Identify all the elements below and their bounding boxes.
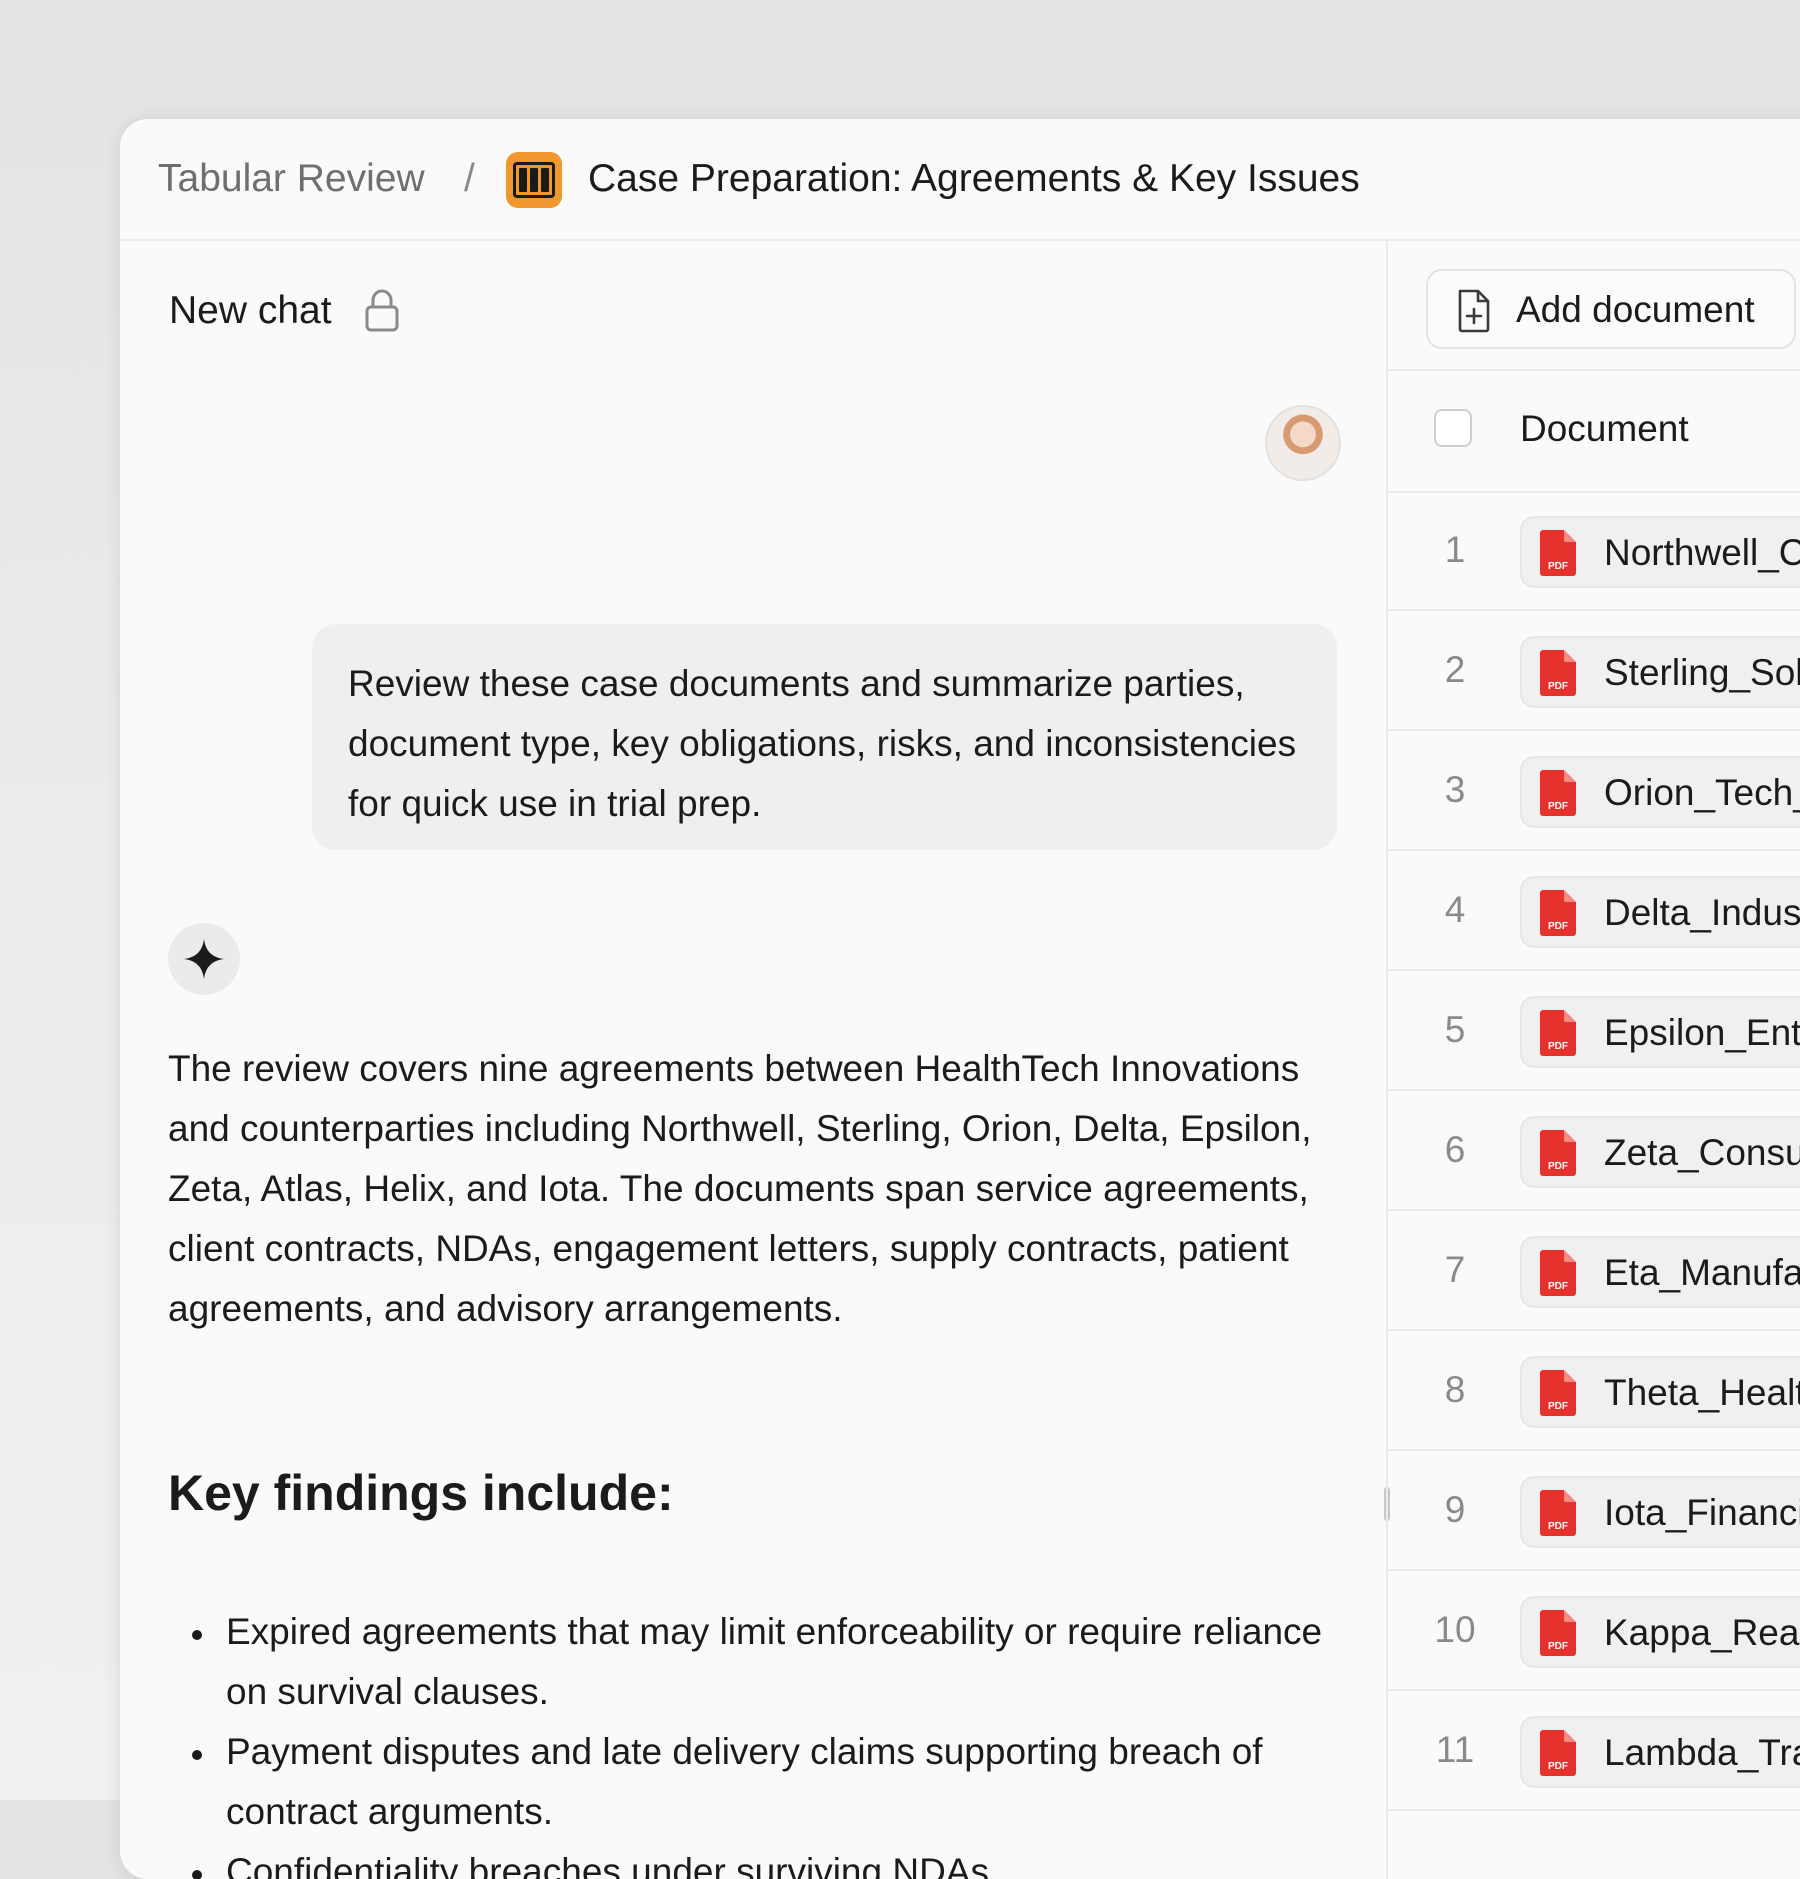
- table-row[interactable]: 3 PDF Orion_Tech_: [1388, 731, 1800, 851]
- pdf-badge-text: PDF: [1548, 921, 1568, 932]
- document-name: Theta_Healt: [1604, 1372, 1800, 1413]
- document-chip[interactable]: PDF Iota_Financi: [1520, 1476, 1800, 1548]
- document-name: Iota_Financi: [1604, 1492, 1800, 1533]
- pdf-file-icon: PDF: [1540, 1490, 1576, 1536]
- document-name: Delta_Indus: [1604, 892, 1800, 933]
- table-row[interactable]: 2 PDF Sterling_Sol: [1388, 611, 1800, 731]
- findings-list: Expired agreements that may limit enforc…: [168, 1602, 1348, 1879]
- pdf-badge-text: PDF: [1548, 1401, 1568, 1412]
- document-name: Kappa_Real: [1604, 1612, 1800, 1653]
- documents-panel: Add document Document 1 PDF Northwell_C …: [1386, 239, 1800, 1879]
- row-number: 8: [1444, 1369, 1466, 1410]
- document-chip[interactable]: PDF Eta_Manufa: [1520, 1236, 1800, 1308]
- assistant-message-text: The review covers nine agreements betwee…: [168, 1048, 1312, 1329]
- table-row[interactable]: 6 PDF Zeta_Consu: [1388, 1091, 1800, 1211]
- user-message-text: Review these case documents and summariz…: [348, 663, 1297, 824]
- finding-item: Expired agreements that may limit enforc…: [168, 1602, 1348, 1722]
- user-message-bubble: Review these case documents and summariz…: [312, 624, 1337, 850]
- column-header-document[interactable]: Document: [1520, 408, 1689, 450]
- document-chip[interactable]: PDF Zeta_Consu: [1520, 1116, 1800, 1188]
- page-title: Case Preparation: Agreements & Key Issue…: [588, 157, 1360, 200]
- row-number: 2: [1444, 649, 1466, 690]
- document-chip[interactable]: PDF Northwell_C: [1520, 516, 1800, 588]
- document-chip[interactable]: PDF Delta_Indus: [1520, 876, 1800, 948]
- document-chip[interactable]: PDF Lambda_Tra: [1520, 1716, 1800, 1788]
- pdf-badge-text: PDF: [1548, 1521, 1568, 1532]
- table-row[interactable]: 11 PDF Lambda_Tra: [1388, 1691, 1800, 1811]
- table-row[interactable]: 4 PDF Delta_Indus: [1388, 851, 1800, 971]
- row-number: 3: [1444, 769, 1466, 810]
- document-name: Eta_Manufa: [1604, 1252, 1800, 1293]
- row-number: 6: [1444, 1129, 1466, 1170]
- row-number: 5: [1444, 1009, 1466, 1050]
- document-name: Epsilon_Ente: [1604, 1012, 1800, 1053]
- lock-icon[interactable]: [364, 287, 400, 333]
- file-plus-icon: [1458, 289, 1490, 333]
- pdf-badge-text: PDF: [1548, 1161, 1568, 1172]
- table-row[interactable]: 8 PDF Theta_Healt: [1388, 1331, 1800, 1451]
- pdf-file-icon: PDF: [1540, 1130, 1576, 1176]
- columns-icon: [506, 152, 562, 208]
- pdf-file-icon: PDF: [1540, 1370, 1576, 1416]
- document-chip[interactable]: PDF Orion_Tech_: [1520, 756, 1800, 828]
- pdf-badge-text: PDF: [1548, 561, 1568, 572]
- breadcrumb-root-link[interactable]: Tabular Review: [158, 157, 425, 201]
- user-avatar: [1265, 405, 1341, 481]
- pdf-file-icon: PDF: [1540, 770, 1576, 816]
- document-chip[interactable]: PDF Sterling_Sol: [1520, 636, 1800, 708]
- pdf-badge-text: PDF: [1548, 1641, 1568, 1652]
- row-number: 11: [1435, 1729, 1475, 1770]
- pdf-file-icon: PDF: [1540, 1610, 1576, 1656]
- select-all-checkbox[interactable]: [1434, 409, 1472, 447]
- row-number: 1: [1444, 529, 1466, 570]
- breadcrumb-separator: /: [464, 157, 475, 200]
- pdf-file-icon: PDF: [1540, 1730, 1576, 1776]
- pdf-file-icon: PDF: [1540, 890, 1576, 936]
- row-number: 4: [1444, 889, 1466, 930]
- pdf-file-icon: PDF: [1540, 1250, 1576, 1296]
- pdf-badge-text: PDF: [1548, 1281, 1568, 1292]
- app-window: Tabular Review / Case Preparation: Agree…: [120, 119, 1800, 1879]
- document-name: Northwell_C: [1604, 532, 1800, 573]
- document-name: Zeta_Consu: [1604, 1132, 1800, 1173]
- row-number: 10: [1434, 1609, 1476, 1650]
- finding-item: Payment disputes and late delivery claim…: [168, 1722, 1348, 1842]
- pdf-file-icon: PDF: [1540, 650, 1576, 696]
- document-name: Lambda_Tra: [1604, 1732, 1800, 1773]
- pdf-file-icon: PDF: [1540, 1010, 1576, 1056]
- pdf-badge-text: PDF: [1548, 801, 1568, 812]
- finding-item: Confidentiality breaches under surviving…: [168, 1842, 1348, 1879]
- table-row[interactable]: 9 PDF Iota_Financi: [1388, 1451, 1800, 1571]
- document-chip[interactable]: PDF Epsilon_Ente: [1520, 996, 1800, 1068]
- row-number: 9: [1444, 1489, 1466, 1530]
- add-document-label: Add document: [1516, 289, 1755, 330]
- table-row[interactable]: 10 PDF Kappa_Real: [1388, 1571, 1800, 1691]
- breadcrumb: Tabular Review / Case Preparation: Agree…: [120, 119, 1800, 241]
- pdf-badge-text: PDF: [1548, 1761, 1568, 1772]
- document-name: Orion_Tech_: [1604, 772, 1800, 813]
- document-rows: 1 PDF Northwell_C 2 PDF Sterling_Sol 3 P…: [1388, 491, 1800, 1811]
- table-row[interactable]: 5 PDF Epsilon_Ente: [1388, 971, 1800, 1091]
- document-chip[interactable]: PDF Theta_Healt: [1520, 1356, 1800, 1428]
- table-row[interactable]: 7 PDF Eta_Manufa: [1388, 1211, 1800, 1331]
- pdf-badge-text: PDF: [1548, 1041, 1568, 1052]
- findings-heading: Key findings include:: [168, 1465, 674, 1521]
- document-chip[interactable]: PDF Kappa_Real: [1520, 1596, 1800, 1668]
- pdf-file-icon: PDF: [1540, 530, 1576, 576]
- table-header-row: Document: [1388, 369, 1800, 493]
- document-name: Sterling_Sol: [1604, 652, 1800, 693]
- chat-panel: New chat Review these case documents and…: [120, 239, 1386, 1879]
- row-number: 7: [1444, 1249, 1466, 1290]
- sparkle-icon: [168, 923, 240, 995]
- add-document-button[interactable]: Add document: [1426, 269, 1796, 349]
- chat-title[interactable]: New chat: [169, 289, 332, 333]
- pdf-badge-text: PDF: [1548, 681, 1568, 692]
- table-row[interactable]: 1 PDF Northwell_C: [1388, 491, 1800, 611]
